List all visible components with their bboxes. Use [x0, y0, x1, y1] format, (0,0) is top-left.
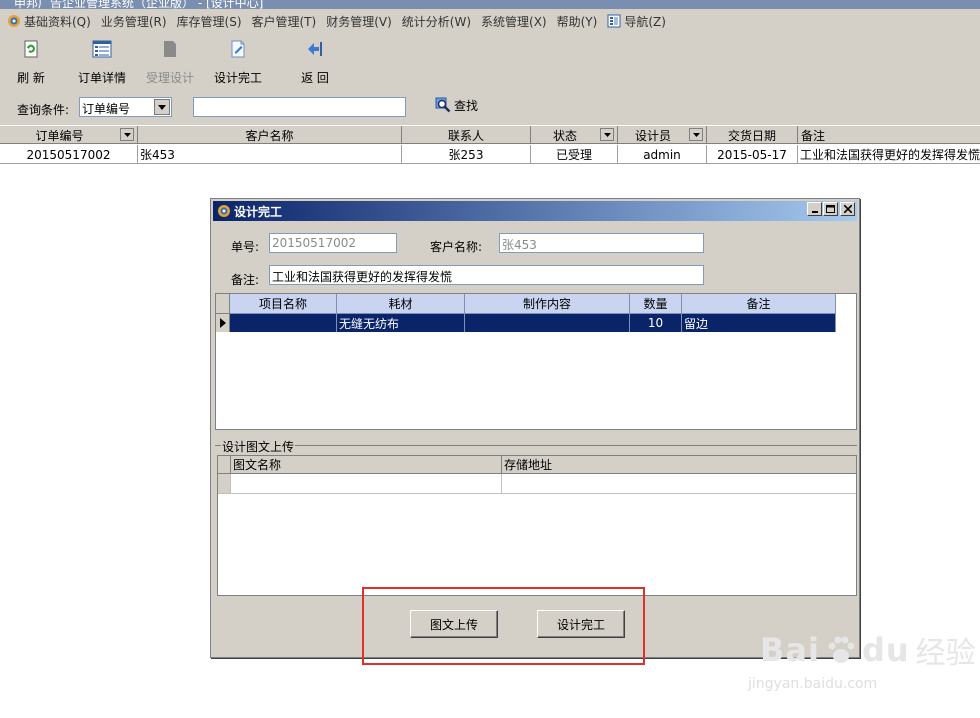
table-row[interactable]: 20150517002 张453 张253 已受理 admin 2015-05-…: [0, 145, 980, 164]
column-header-remark[interactable]: 备注: [798, 126, 980, 144]
items-grid-header: 项目名称 耗材 制作内容 数量 备注: [230, 294, 836, 314]
refresh-icon: [24, 40, 38, 58]
column-header-order-no[interactable]: 订单编号: [0, 126, 138, 144]
menu-inventory[interactable]: 库存管理(S): [172, 13, 247, 30]
dialog-title: 设计完工: [234, 204, 283, 219]
customer-label: 客户名称:: [430, 240, 483, 254]
cell-customer[interactable]: 张453: [138, 145, 402, 164]
app-title-bar: 申邦广告企业管理系统（企业版） - [设计中心]: [0, 0, 980, 9]
cell-remark[interactable]: 工业和法国获得更好的发挥得发慌: [798, 145, 980, 164]
minimize-icon[interactable]: [807, 202, 822, 216]
order-detail-button[interactable]: 订单详情: [76, 39, 128, 87]
accept-design-button[interactable]: 受理设计: [144, 39, 196, 87]
query-field-value: 订单编号: [82, 102, 131, 116]
query-label: 查询条件:: [17, 103, 70, 117]
column-header-item-name[interactable]: 项目名称: [230, 294, 337, 314]
upload-groupbox: 设计图文上传 图文名称 存储地址: [215, 438, 857, 596]
app-logo-icon: [8, 15, 20, 27]
cell-note[interactable]: 留边: [682, 314, 836, 332]
row-pointer-icon: [216, 314, 230, 332]
close-icon[interactable]: [840, 202, 855, 216]
back-button[interactable]: 返 回: [298, 39, 332, 87]
menu-customer[interactable]: 客户管理(T): [247, 13, 322, 30]
cell-content[interactable]: [465, 314, 630, 332]
watermark-url: jingyan.baidu.com: [748, 676, 878, 692]
baidu-watermark: Bai du 经验: [760, 631, 976, 671]
row-indicator-header: [218, 456, 231, 474]
menu-bar: 基础资料(Q) 业务管理(R) 库存管理(S) 客户管理(T) 财务管理(V) …: [0, 9, 980, 33]
search-icon: [435, 97, 451, 113]
query-field-select[interactable]: 订单编号: [79, 97, 172, 117]
cell-item-name[interactable]: [230, 314, 337, 332]
order-no-field[interactable]: 20150517002: [269, 233, 397, 253]
menu-system[interactable]: 系统管理(X): [476, 13, 552, 30]
filter-dropdown-icon[interactable]: [689, 128, 703, 141]
menu-help[interactable]: 帮助(Y): [552, 13, 603, 30]
cell-storage-path[interactable]: [502, 474, 856, 494]
cell-material[interactable]: 无缝无纺布: [337, 314, 465, 332]
cell-status[interactable]: 已受理: [531, 145, 618, 164]
filter-dropdown-icon[interactable]: [600, 128, 614, 141]
orders-grid-header: 订单编号 客户名称 联系人 状态 设计员 交货日期 备注: [0, 125, 980, 144]
highlight-annotation: [362, 587, 645, 665]
column-header-customer[interactable]: 客户名称: [138, 126, 402, 144]
finish-design-button[interactable]: 设计完工: [212, 39, 264, 87]
column-header-note[interactable]: 备注: [682, 294, 836, 314]
dialog-title-bar[interactable]: 设计完工: [213, 201, 857, 221]
column-header-storage-path[interactable]: 存储地址: [502, 456, 856, 474]
cell-order-no[interactable]: 20150517002: [0, 145, 138, 164]
chevron-down-icon[interactable]: [154, 99, 170, 115]
column-header-content[interactable]: 制作内容: [465, 294, 630, 314]
remark-field[interactable]: 工业和法国获得更好的发挥得发慌: [269, 265, 704, 285]
upload-group-label: 设计图文上传: [221, 438, 296, 455]
cell-delivery-date[interactable]: 2015-05-17: [707, 145, 798, 164]
menu-finance[interactable]: 财务管理(V): [321, 13, 397, 30]
app-logo-icon: [218, 205, 230, 217]
search-button[interactable]: 查找: [435, 97, 478, 114]
cell-contact[interactable]: 张253: [402, 145, 531, 164]
maximize-icon[interactable]: [823, 202, 838, 216]
column-header-material[interactable]: 耗材: [337, 294, 465, 314]
upload-grid[interactable]: 图文名称 存储地址: [217, 455, 857, 596]
menu-business[interactable]: 业务管理(R): [96, 13, 172, 30]
list-detail-icon: [92, 40, 112, 58]
toolbar: 刷 新 订单详情 受理设计 设计完工 返 回: [0, 33, 980, 89]
filter-dropdown-icon[interactable]: [120, 128, 134, 141]
column-header-status[interactable]: 状态: [531, 126, 618, 144]
navigation-icon: [607, 14, 621, 28]
menu-navigation[interactable]: 导航(Z): [602, 13, 671, 30]
cell-qty[interactable]: 10: [630, 314, 682, 332]
refresh-button[interactable]: 刷 新: [14, 39, 48, 87]
row-indicator-header: [216, 294, 230, 314]
arrow-left-icon: [308, 42, 322, 56]
column-header-designer[interactable]: 设计员: [618, 126, 707, 144]
menu-statistics[interactable]: 统计分析(W): [397, 13, 476, 30]
cell-designer[interactable]: admin: [618, 145, 707, 164]
table-row[interactable]: 无缝无纺布 10 留边: [230, 314, 836, 332]
remark-label: 备注:: [231, 273, 260, 287]
items-grid[interactable]: 项目名称 耗材 制作内容 数量 备注 无缝无纺布 10 留边: [215, 293, 857, 430]
column-header-qty[interactable]: 数量: [630, 294, 682, 314]
cell-image-name[interactable]: [231, 474, 502, 494]
customer-field[interactable]: 张453: [499, 233, 704, 253]
app-title: 申邦广告企业管理系统（企业版） - [设计中心]: [14, 0, 264, 9]
document-edit-icon: [231, 40, 245, 58]
row-indicator: [218, 474, 231, 494]
paw-icon: [828, 636, 855, 663]
column-header-image-name[interactable]: 图文名称: [231, 456, 502, 474]
order-no-label: 单号:: [231, 240, 260, 254]
column-header-delivery-date[interactable]: 交货日期: [707, 126, 798, 144]
document-icon: [164, 41, 176, 57]
menu-basic-data[interactable]: 基础资料(Q): [2, 13, 96, 30]
query-input[interactable]: [193, 97, 406, 117]
column-header-contact[interactable]: 联系人: [402, 126, 531, 144]
groupbox-border: [215, 445, 857, 446]
query-bar: 查询条件: 订单编号 查找: [0, 89, 980, 125]
